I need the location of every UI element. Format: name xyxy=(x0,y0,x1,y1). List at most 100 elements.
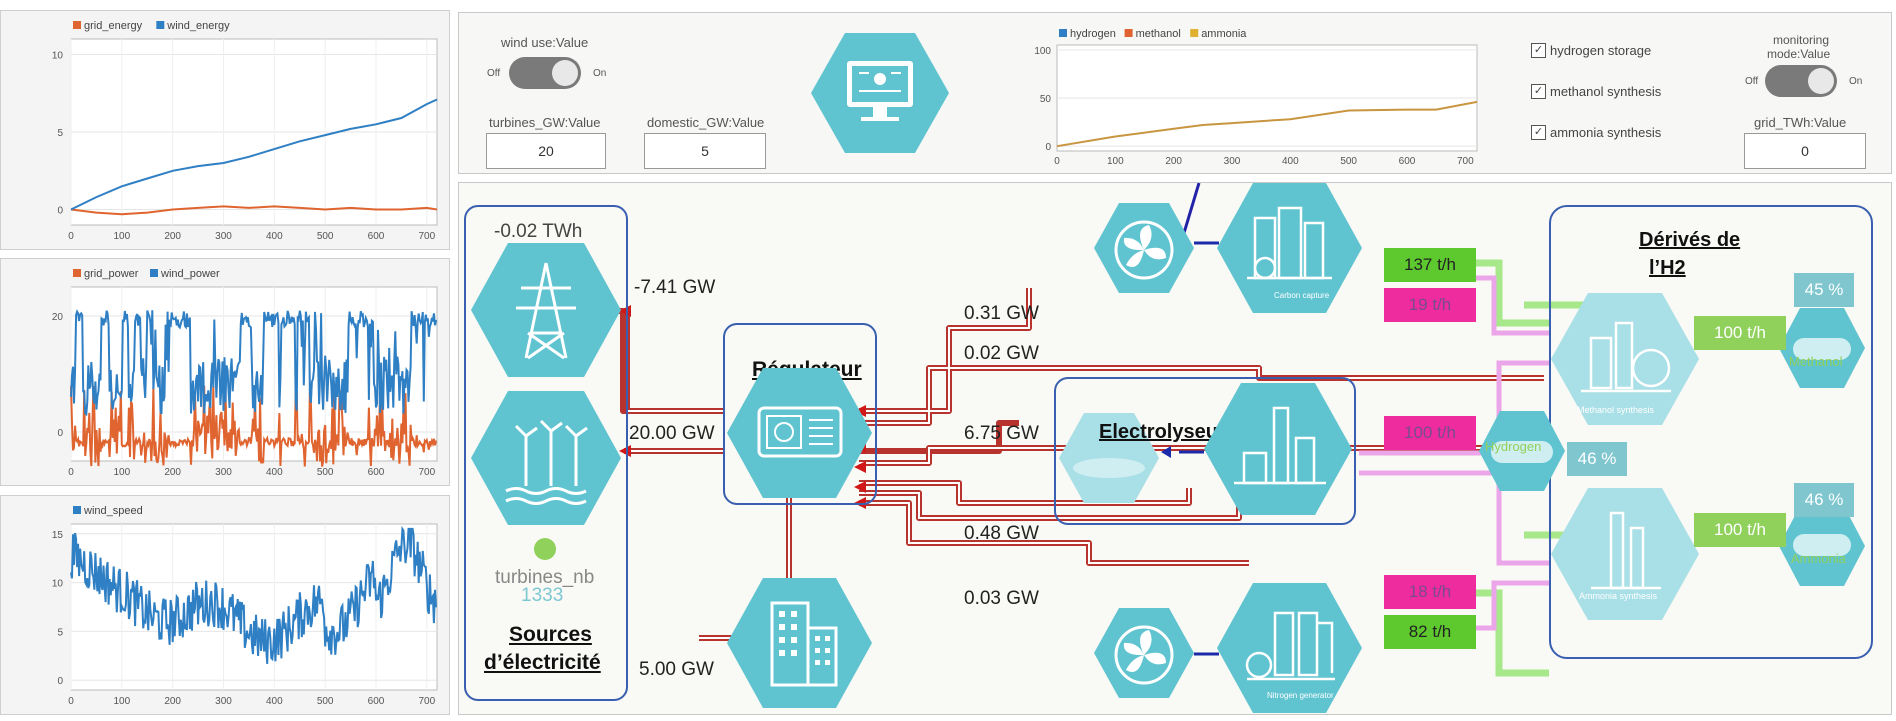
checkbox-label: hydrogen storage xyxy=(1550,43,1652,58)
turbines-gw-input[interactable]: 20 xyxy=(486,133,606,169)
y-tick-label: 20 xyxy=(52,312,64,323)
x-tick-label: 100 xyxy=(113,231,130,242)
fan-icon xyxy=(1094,608,1194,698)
x-tick-label: 0 xyxy=(68,231,74,242)
line-031-gw: 0.31 GW xyxy=(964,303,1039,324)
monitoring-mode-label-1: monitoring xyxy=(1773,33,1830,47)
methanol-rate-badge: 100 t/h xyxy=(1694,316,1786,350)
x-tick-label: 300 xyxy=(1224,156,1241,167)
y-tick-label: 10 xyxy=(52,579,64,590)
status-indicator xyxy=(534,538,556,560)
fan-icon xyxy=(1094,203,1194,293)
wind-power-value: 20.00 GW xyxy=(629,423,715,444)
wind-use-off-label: Off xyxy=(487,68,501,79)
legend-label: methanol xyxy=(1136,28,1181,40)
derivatives-title-1: Dérivés de xyxy=(1639,229,1741,251)
x-tick-label: 200 xyxy=(1165,156,1182,167)
hydrogen-percent-badge: 46 % xyxy=(1567,442,1627,476)
wind-farm-icon xyxy=(471,391,621,525)
legend-swatch xyxy=(73,21,81,29)
control-panel: wind use:Value Off On turbines_GW:Value … xyxy=(458,12,1892,174)
domestic-gw-input[interactable]: 5 xyxy=(644,133,766,169)
h2-rate-badge: 100 t/h xyxy=(1384,416,1476,450)
production-chart: hydrogen methanol ammonia1005000 100 200 300 4… xyxy=(1034,28,1478,167)
turbines-nb-value: 1333 xyxy=(521,585,564,606)
ammonia-label: Ammonia xyxy=(1791,551,1846,566)
grid-twh-label: grid_TWh:Value xyxy=(1754,115,1847,130)
y-tick-label: 5 xyxy=(57,128,63,139)
methanol-synthesis-label: Methanol synthesis xyxy=(1577,405,1655,415)
sources-title-1: Sources xyxy=(509,623,592,646)
methanol-percent-badge: 45 % xyxy=(1794,273,1854,307)
legend-swatch xyxy=(150,269,158,277)
legend-swatch xyxy=(73,269,81,277)
n2-rate-badge: 82 t/h xyxy=(1384,615,1476,649)
x-tick-label: 600 xyxy=(368,467,385,478)
domestic-power-value: 5.00 GW xyxy=(639,659,714,680)
legend-swatch xyxy=(156,21,165,29)
x-tick-label: 600 xyxy=(1399,156,1416,167)
x-tick-label: 500 xyxy=(317,231,334,242)
x-tick-label: 700 xyxy=(418,467,435,478)
x-tick-label: 500 xyxy=(317,467,334,478)
x-tick-label: 0 xyxy=(68,467,74,478)
legend-swatch xyxy=(1059,29,1067,37)
y-tick-label: 100 xyxy=(1034,46,1051,57)
legend-label: grid_power xyxy=(84,268,139,280)
x-tick-label: 500 xyxy=(317,696,334,707)
nitrogen-generator-label: Nitrogen generator xyxy=(1267,691,1334,700)
line-675-gw: 6.75 GW xyxy=(964,423,1039,444)
turbines-gw-label: turbines_GW:Value xyxy=(489,115,601,130)
legend-swatch xyxy=(1190,29,1199,37)
x-tick-label: 500 xyxy=(1340,156,1357,167)
x-tick-label: 300 xyxy=(215,696,232,707)
legend-label: wind_power xyxy=(160,268,220,280)
h2-methanol-rate-badge: 19 t/h xyxy=(1384,288,1476,322)
x-tick-label: 400 xyxy=(266,696,283,707)
ammonia-tank-icon xyxy=(1779,506,1865,586)
derivatives-title-2: l’H2 xyxy=(1649,257,1686,279)
monitoring-mode-label-2: mode:Value xyxy=(1767,47,1831,61)
legend-label: grid_energy xyxy=(84,20,143,32)
wind-use-label: wind use:Value xyxy=(501,35,589,50)
checkbox-label: ammonia synthesis xyxy=(1550,125,1662,140)
checkbox-box: ✓ xyxy=(1531,125,1546,140)
y-tick-label: 50 xyxy=(1040,94,1052,105)
building-icon xyxy=(727,578,872,708)
wind-power-chart-panel: grid_power wind_power 20 0 0 100 200 300 400 500 6… xyxy=(0,258,450,486)
x-tick-label: 300 xyxy=(215,231,232,242)
wind-use-on-label: On xyxy=(593,68,607,79)
monitoring-mode-toggle[interactable] xyxy=(1765,65,1837,97)
y-tick-label: 10 xyxy=(52,51,64,62)
methanol-synthesis-checkbox[interactable]: ✓ methanol synthesis xyxy=(1531,84,1661,99)
legend-label: wind_energy xyxy=(166,20,230,32)
methanol-tank-icon xyxy=(1779,308,1865,388)
domestic-gw-label: domestic_GW:Value xyxy=(647,115,765,130)
x-tick-label: 200 xyxy=(164,467,181,478)
sources-title-2: d’électricité xyxy=(484,651,601,674)
x-tick-label: 400 xyxy=(266,231,283,242)
ammonia-synthesis-checkbox[interactable]: ✓ ammonia synthesis xyxy=(1531,125,1661,140)
legend-label: hydrogen xyxy=(1070,28,1116,40)
co2-rate-badge: 137 t/h xyxy=(1384,248,1476,282)
hydrogen-storage-checkbox[interactable]: ✓ hydrogen storage xyxy=(1531,43,1651,58)
y-tick-label: 5 xyxy=(57,627,63,638)
monitor-icon[interactable] xyxy=(811,33,949,153)
line-003-gw: 0.03 GW xyxy=(964,588,1039,609)
wind-speed-chart: wind_speed1510500 100 200 300 400 500 600 700 xyxy=(52,505,438,707)
ammonia-rate-badge: 100 t/h xyxy=(1694,513,1786,547)
x-tick-label: 0 xyxy=(1054,156,1060,167)
grid-twh-input[interactable]: 0 xyxy=(1744,133,1866,169)
h2-ammonia-rate-badge: 18 t/h xyxy=(1384,575,1476,609)
energy-chart: grid_energy wind_energy10500 100 200 300 400 5… xyxy=(52,20,438,242)
wind-energy-chart-panel: grid_energy wind_energy 10 5 0 0 100 200 300 400 5… xyxy=(0,10,450,250)
x-tick-label: 200 xyxy=(164,696,181,707)
wind-use-toggle[interactable] xyxy=(509,57,581,89)
grid-twh-display: -0.02 TWh xyxy=(494,221,583,242)
toggle-knob xyxy=(1808,68,1834,94)
checkbox-box: ✓ xyxy=(1531,43,1546,58)
y-tick-label: 0 xyxy=(57,428,63,439)
toggle-knob xyxy=(552,60,578,86)
methanol-label: Methanol xyxy=(1789,354,1843,369)
x-tick-label: 600 xyxy=(368,231,385,242)
